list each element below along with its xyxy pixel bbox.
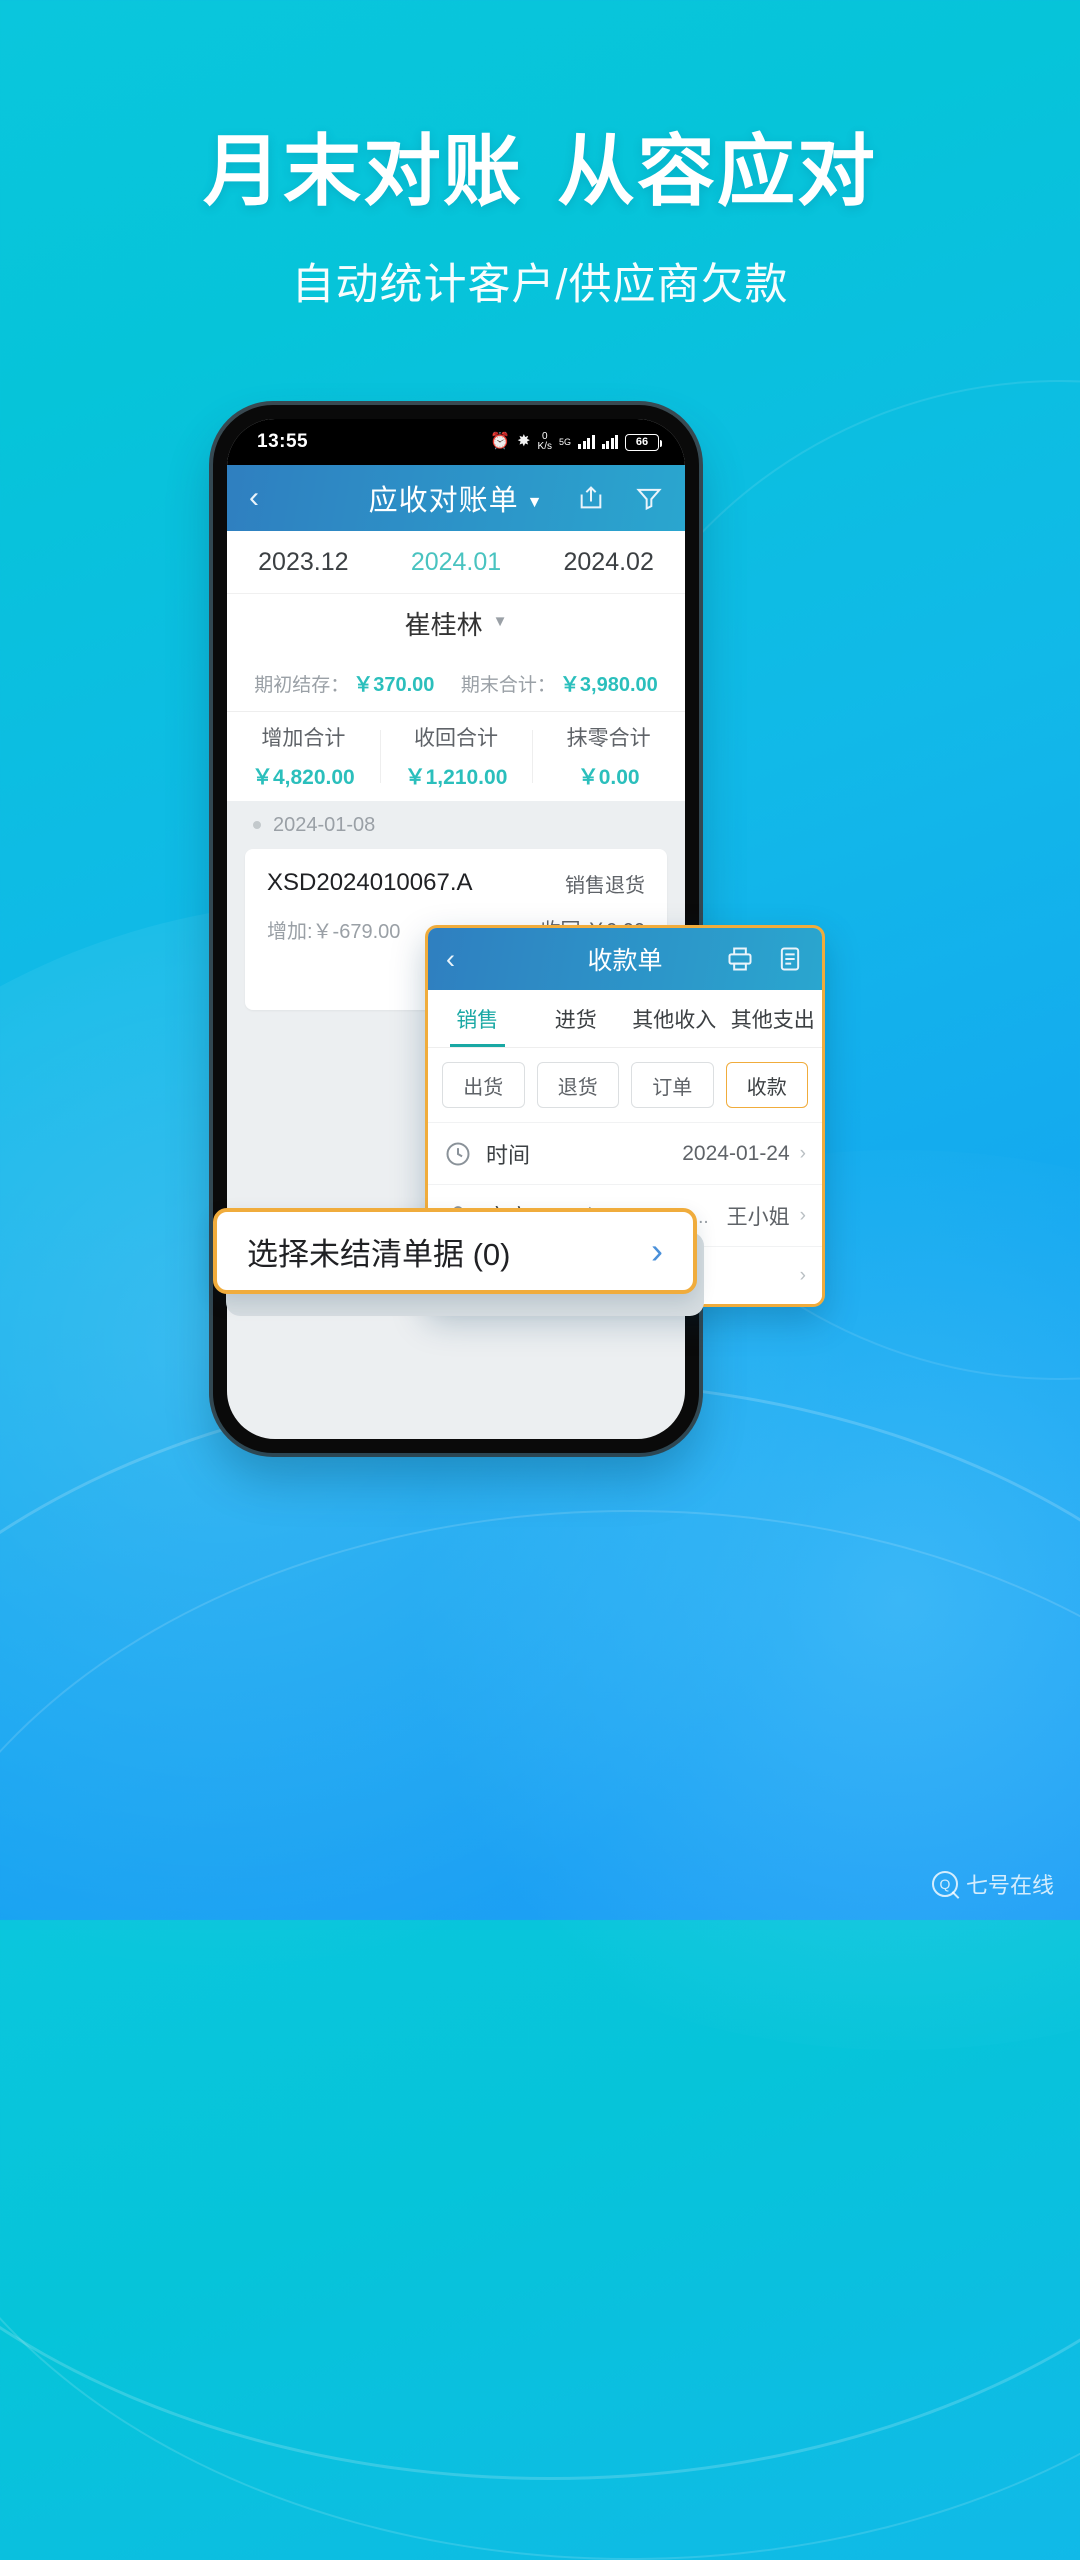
row-time[interactable]: 时间 2024-01-24 › — [428, 1122, 822, 1184]
row-time-value: 2024-01-24 — [682, 1141, 790, 1165]
chevron-right-icon: › — [651, 1230, 663, 1271]
select-unsettled-button[interactable]: 选择未结清单据 (0) › — [213, 1208, 697, 1294]
chevron-down-icon[interactable]: ▼ — [527, 494, 544, 511]
totals-row: 增加合计 ￥4,820.00 收回合计 ￥1,210.00 抹零合计 ￥0.00 — [227, 711, 685, 801]
signal-bars-icon-2 — [601, 435, 618, 449]
total-increase: 增加合计 ￥4,820.00 — [227, 712, 380, 801]
row-customer-value: 王小姐 — [726, 1205, 790, 1229]
closing-balance: 期末合计： ￥3,980.00 — [461, 668, 658, 697]
month-tab-0[interactable]: 2023.12 — [227, 548, 380, 577]
watermark-text: 七号在线 — [965, 1873, 1054, 1898]
chevron-right-icon: › — [799, 1264, 806, 1286]
chip-return[interactable]: 退货 — [536, 1062, 619, 1108]
month-tab-1[interactable]: 2024.01 — [380, 548, 533, 577]
receipt-subtype-chips: 出货 退货 订单 收款 — [428, 1048, 822, 1122]
promo-title-part2: 从容应对 — [557, 127, 878, 215]
receipt-panel-header: ‹ 收款单 — [428, 928, 822, 990]
printer-icon[interactable] — [726, 945, 754, 973]
status-bar: 13:55 ⏰ ✸ 0 K/s 5G 66 — [227, 419, 685, 465]
chevron-right-icon: › — [799, 1204, 806, 1226]
document-type: 销售退货 — [565, 875, 645, 897]
chevron-left-icon[interactable]: ‹ — [249, 483, 259, 513]
total-recovered-value: ￥1,210.00 — [404, 766, 508, 789]
app-header-bar: ‹ 应收对账单 ▼ — [227, 465, 685, 531]
tab-other-income[interactable]: 其他收入 — [625, 990, 724, 1047]
opening-balance: 期初结存： ￥370.00 — [254, 668, 434, 697]
page-title-text: 应收对账单 — [368, 485, 519, 517]
customer-selector[interactable]: 崔桂林 ▼ — [227, 593, 685, 653]
opening-balance-label: 期初结存： — [254, 674, 350, 696]
total-recovered: 收回合计 ￥1,210.00 — [379, 712, 533, 801]
row-time-label: 时间 — [486, 1142, 531, 1168]
background-arc-2 — [0, 1510, 1080, 2560]
promo-headline-block: 月末对账 从容应对 自动统计客户/供应商欠款 — [0, 132, 1080, 312]
chevron-down-icon: ▼ — [492, 613, 508, 630]
status-bar-time: 13:55 — [257, 431, 309, 452]
select-unsettled-label: 选择未结清单据 (0) — [247, 1236, 511, 1272]
total-rounding-label: 抹零合计 — [566, 727, 651, 750]
chevron-right-icon: › — [799, 1142, 806, 1164]
network-type-label: 5G — [558, 437, 571, 447]
filter-funnel-icon[interactable] — [635, 484, 663, 512]
chip-order[interactable]: 订单 — [631, 1062, 714, 1108]
battery-level: 66 — [635, 436, 649, 448]
net-speed-unit: K/s — [537, 441, 552, 452]
bluetooth-icon: ✸ — [517, 433, 531, 450]
document-list-icon[interactable] — [776, 945, 804, 973]
tab-purchase[interactable]: 进货 — [527, 990, 626, 1047]
closing-balance-value: ￥3,980.00 — [559, 673, 658, 696]
battery-icon: 66 — [625, 433, 662, 451]
clock-icon — [446, 1142, 470, 1165]
total-increase-value: ￥4,820.00 — [251, 766, 355, 789]
closing-balance-label: 期末合计： — [460, 674, 556, 696]
tab-sales[interactable]: 销售 — [428, 990, 527, 1047]
chip-shipment[interactable]: 出货 — [442, 1062, 525, 1108]
net-speed-indicator: 0 K/s — [537, 430, 552, 453]
opening-balance-value: ￥370.00 — [353, 673, 435, 696]
chip-collection[interactable]: 收款 — [725, 1062, 808, 1108]
search-circle-icon: Q — [931, 1871, 958, 1897]
net-speed-value: 0 — [541, 430, 548, 442]
total-rounding-value: ￥0.00 — [577, 766, 640, 789]
promo-subtitle: 自动统计客户/供应商欠款 — [291, 261, 789, 309]
promo-title: 月末对账 从容应对 — [0, 132, 1080, 210]
total-increase-label: 增加合计 — [261, 727, 346, 750]
signal-bars-icon — [578, 435, 595, 449]
alarm-clock-icon: ⏰ — [490, 433, 511, 450]
promo-title-part1: 月末对账 — [202, 127, 523, 215]
document-number: XSD2024010067.A — [267, 869, 473, 896]
total-recovered-label: 收回合计 — [414, 727, 498, 750]
day-group-header: 2024-01-08 — [227, 801, 685, 849]
month-tabs: 2023.12 2024.01 2024.02 — [227, 531, 685, 593]
month-tab-2[interactable]: 2024.02 — [532, 548, 685, 577]
balance-summary-row: 期初结存： ￥370.00 期末合计： ￥3,980.00 — [227, 653, 685, 711]
total-rounding: 抹零合计 ￥0.00 — [532, 712, 685, 801]
tab-other-expense[interactable]: 其他支出 — [724, 990, 823, 1047]
share-export-icon[interactable] — [577, 484, 605, 512]
receipt-type-tabs: 销售 进货 其他收入 其他支出 — [428, 990, 822, 1048]
watermark: Q 七号在线 — [931, 1868, 1054, 1900]
customer-name: 崔桂林 — [404, 610, 483, 640]
